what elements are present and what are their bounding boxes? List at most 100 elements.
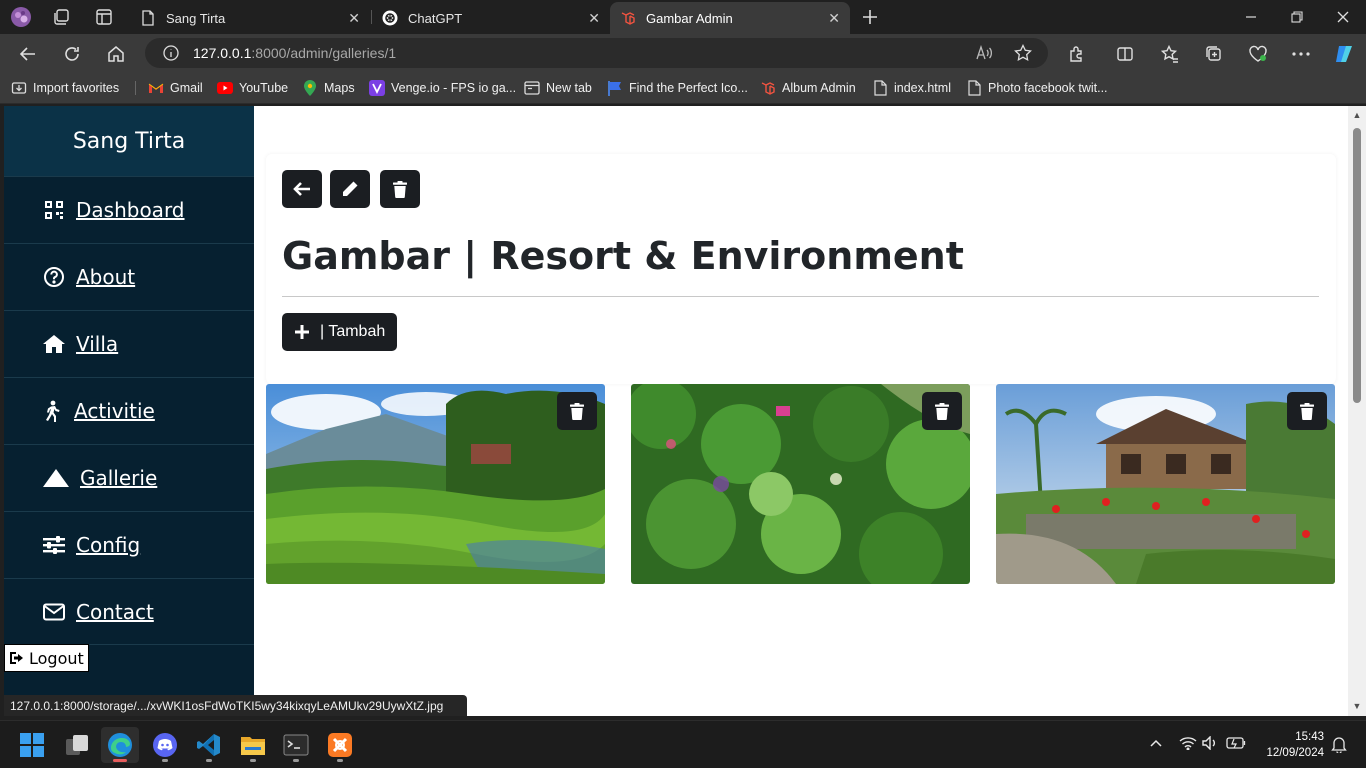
tab-chatgpt[interactable]: ChatGPT ✕ bbox=[372, 2, 610, 34]
close-window-icon[interactable] bbox=[1320, 5, 1366, 29]
edit-button[interactable] bbox=[330, 170, 370, 208]
delete-button[interactable] bbox=[380, 170, 420, 208]
address-bar[interactable]: 127.0.0.1:8000/admin/galleries/1 bbox=[145, 38, 1048, 68]
workspaces-icon[interactable] bbox=[51, 6, 73, 28]
bookmark-album-admin[interactable]: Album Admin bbox=[760, 79, 856, 97]
add-image-button[interactable]: | Tambah bbox=[282, 313, 398, 351]
running-indicator bbox=[250, 759, 256, 762]
tab-label: Sang Tirta bbox=[166, 10, 226, 26]
wifi-icon[interactable] bbox=[1179, 735, 1197, 751]
close-tab-icon[interactable]: ✕ bbox=[348, 10, 360, 27]
gallery-image-aerial-forest[interactable] bbox=[631, 384, 970, 584]
sidebar-item-villa[interactable]: Villa bbox=[4, 310, 254, 377]
sidebar-item-gallerie[interactable]: Gallerie bbox=[4, 444, 254, 511]
bookmark-photo-facebook[interactable]: Photo facebook twit... bbox=[966, 79, 1108, 97]
favorites-icon[interactable] bbox=[1156, 40, 1184, 68]
logout-label: Logout bbox=[29, 648, 84, 668]
taskbar-app-file-explorer[interactable] bbox=[234, 727, 272, 763]
sidebar-item-about[interactable]: About bbox=[4, 243, 254, 310]
home-icon[interactable] bbox=[102, 40, 130, 68]
gallery-item[interactable] bbox=[996, 384, 1335, 584]
bookmark-new-tab[interactable]: New tab bbox=[524, 79, 592, 97]
bookmark-label: Photo facebook twit... bbox=[988, 81, 1108, 95]
logout-button[interactable]: Logout bbox=[4, 644, 89, 672]
taskbar-app-discord[interactable] bbox=[146, 727, 184, 763]
read-aloud-icon[interactable] bbox=[976, 45, 994, 61]
qrcode-icon bbox=[42, 198, 66, 222]
task-view-button[interactable] bbox=[58, 727, 96, 763]
site-info-icon[interactable] bbox=[163, 45, 179, 61]
bookmark-maps[interactable]: Maps bbox=[302, 79, 355, 97]
bookmark-venge[interactable]: Venge.io - FPS io ga... bbox=[369, 79, 516, 97]
gallery-image-rice-terrace[interactable] bbox=[266, 384, 605, 584]
profile-avatar-icon[interactable] bbox=[10, 6, 32, 28]
show-hidden-icons-chevron-icon[interactable] bbox=[1148, 735, 1164, 751]
maps-icon bbox=[302, 80, 318, 96]
minimize-icon[interactable] bbox=[1228, 5, 1274, 29]
bookmark-import-favorites[interactable]: Import favorites bbox=[11, 79, 119, 97]
mountain-icon bbox=[42, 466, 70, 490]
bookmark-index-html[interactable]: index.html bbox=[872, 79, 951, 97]
running-indicator bbox=[337, 759, 343, 762]
sidebar-brand[interactable]: Sang Tirta bbox=[4, 106, 254, 176]
notification-bell-icon[interactable] bbox=[1330, 735, 1348, 753]
favorite-star-icon[interactable] bbox=[1014, 44, 1032, 62]
tab-sang-tirta[interactable]: Sang Tirta ✕ bbox=[130, 2, 370, 34]
trash-icon bbox=[570, 402, 584, 420]
vertical-tabs-icon[interactable] bbox=[93, 6, 115, 28]
battery-icon[interactable] bbox=[1226, 735, 1246, 751]
sidebar-item-config[interactable]: Config bbox=[4, 511, 254, 578]
bookmark-find-perfect-icon[interactable]: Find the Perfect Ico... bbox=[607, 79, 748, 97]
page-scrollbar[interactable]: ▲ ▼ bbox=[1348, 106, 1366, 716]
bookmark-gmail[interactable]: Gmail bbox=[148, 79, 203, 97]
file-icon bbox=[966, 80, 982, 96]
pencil-icon bbox=[341, 180, 359, 198]
restore-icon[interactable] bbox=[1274, 5, 1320, 29]
flag-icon bbox=[607, 80, 623, 96]
bookmark-youtube[interactable]: YouTube bbox=[217, 79, 288, 97]
more-options-icon[interactable] bbox=[1287, 40, 1315, 68]
bookmark-label: YouTube bbox=[239, 81, 289, 95]
volume-icon[interactable] bbox=[1202, 735, 1220, 751]
delete-image-button[interactable] bbox=[557, 392, 597, 430]
trash-icon bbox=[1300, 402, 1314, 420]
close-tab-icon[interactable]: ✕ bbox=[588, 10, 600, 27]
tab-gambar-admin[interactable]: Gambar Admin ✕ bbox=[610, 2, 850, 34]
gallery-item[interactable] bbox=[266, 384, 605, 584]
browser-essentials-icon[interactable] bbox=[1244, 40, 1272, 68]
delete-image-button[interactable] bbox=[922, 392, 962, 430]
taskbar-app-vscode[interactable] bbox=[190, 727, 228, 763]
active-indicator bbox=[113, 759, 127, 762]
question-circle-icon bbox=[42, 265, 66, 289]
scroll-down-arrow-icon[interactable]: ▼ bbox=[1352, 701, 1362, 711]
taskbar-app-edge[interactable] bbox=[101, 727, 139, 763]
browser-tab-bar: Sang Tirta ✕ ChatGPT ✕ Gambar Admin ✕ bbox=[0, 0, 1366, 34]
sidebar-item-dashboard[interactable]: Dashboard bbox=[4, 176, 254, 243]
gallery-image-resort-garden[interactable] bbox=[996, 384, 1335, 584]
taskbar-app-xampp[interactable] bbox=[321, 727, 359, 763]
extensions-icon[interactable] bbox=[1063, 40, 1091, 68]
running-indicator bbox=[206, 759, 212, 762]
gallery-item[interactable] bbox=[631, 384, 970, 584]
delete-image-button[interactable] bbox=[1287, 392, 1327, 430]
start-button[interactable] bbox=[13, 727, 51, 763]
back-icon[interactable] bbox=[14, 40, 42, 68]
back-button[interactable] bbox=[282, 170, 322, 208]
refresh-icon[interactable] bbox=[58, 40, 86, 68]
scroll-up-arrow-icon[interactable]: ▲ bbox=[1352, 110, 1362, 120]
sidebar-item-activitie[interactable]: Activitie bbox=[4, 377, 254, 444]
import-icon bbox=[11, 80, 27, 96]
sidebar-item-contact[interactable]: Contact bbox=[4, 578, 254, 645]
new-tab-plus-icon[interactable] bbox=[859, 6, 881, 28]
split-screen-icon[interactable] bbox=[1111, 40, 1139, 68]
taskbar-clock[interactable]: 15:43 12/09/2024 bbox=[1256, 729, 1324, 761]
tab-label: ChatGPT bbox=[408, 10, 463, 26]
copilot-icon[interactable] bbox=[1330, 40, 1358, 68]
collections-icon[interactable] bbox=[1200, 40, 1228, 68]
scrollbar-thumb[interactable] bbox=[1353, 128, 1361, 403]
sidebar-item-label: Contact bbox=[76, 600, 154, 624]
taskbar-app-terminal[interactable] bbox=[277, 727, 315, 763]
title-divider bbox=[282, 296, 1319, 297]
close-tab-icon[interactable]: ✕ bbox=[828, 10, 840, 27]
envelope-icon bbox=[42, 600, 66, 624]
